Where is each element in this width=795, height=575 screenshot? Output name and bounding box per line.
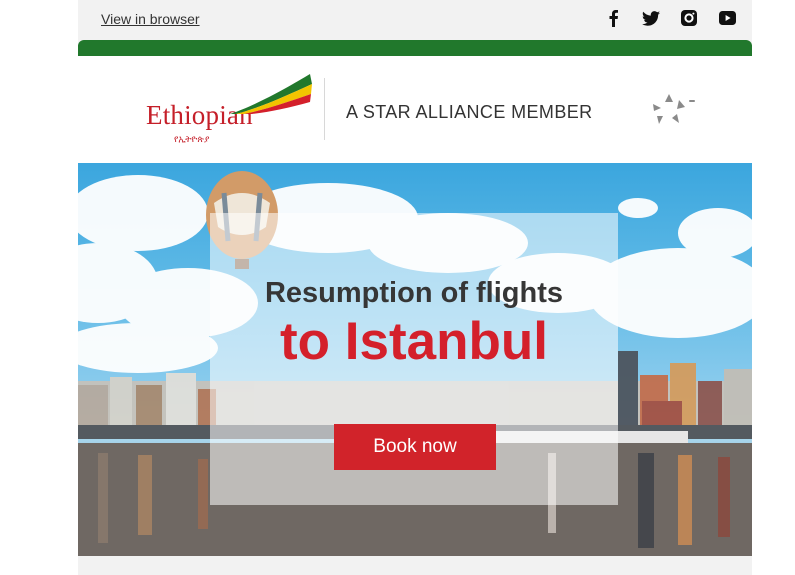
facebook-icon[interactable] (604, 9, 622, 27)
email-header: Ethiopian የኢትዮጵያ A STAR ALLIANCE MEMBER (78, 56, 752, 163)
hero-headline-line1: Resumption of flights (264, 277, 564, 309)
hero-banner[interactable]: Resumption of flights to Istanbul Book n… (78, 163, 752, 556)
youtube-icon[interactable] (718, 9, 736, 27)
brand-color-bar (78, 40, 752, 56)
hero-text-overlay: Resumption of flights to Istanbul Book n… (210, 213, 618, 505)
social-links (604, 9, 736, 27)
star-alliance-text: A STAR ALLIANCE MEMBER (346, 102, 593, 122)
email-topbar: View in browser (78, 0, 752, 40)
instagram-icon[interactable] (680, 9, 698, 27)
view-in-browser-link[interactable]: View in browser (101, 11, 200, 27)
hero-headline-line2: to Istanbul (280, 312, 548, 371)
twitter-icon[interactable] (642, 9, 660, 27)
header-divider (324, 78, 325, 140)
ethiopian-logo-amharic: የኢትዮጵያ (174, 135, 210, 145)
ethiopian-flag-tail-icon (230, 74, 312, 114)
book-now-button[interactable]: Book now (334, 424, 496, 470)
star-alliance-logo-icon (653, 94, 695, 124)
